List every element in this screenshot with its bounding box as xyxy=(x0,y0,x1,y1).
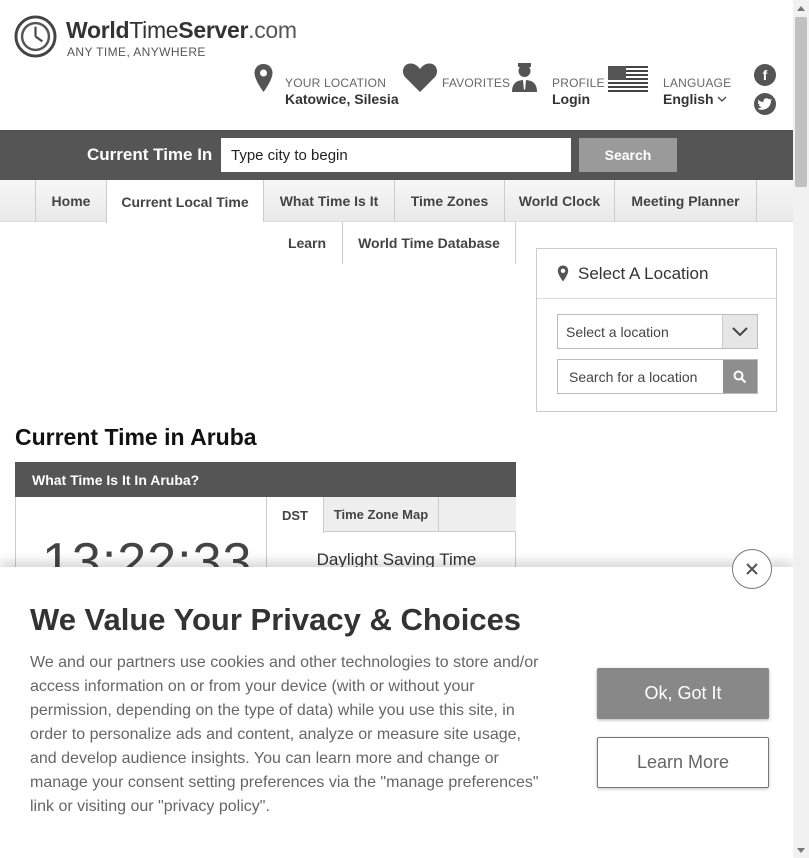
location-label: YOUR LOCATION xyxy=(285,76,387,90)
language-value: English xyxy=(663,91,714,107)
user-icon xyxy=(512,63,537,92)
map-pin-icon xyxy=(254,64,273,92)
logo-tagline: ANY TIME, ANYWHERE xyxy=(67,45,206,59)
main-nav: Home Current Local Time What Time Is It … xyxy=(0,180,793,223)
nav-world-clock[interactable]: World Clock xyxy=(504,180,614,222)
facebook-icon[interactable]: f xyxy=(754,64,776,86)
time-box: 13:22:33 DST Time Zone Map Daylight Savi… xyxy=(15,497,516,591)
nav-current-local-time[interactable]: Current Local Time xyxy=(106,180,263,223)
select-location-heading: Select A Location xyxy=(578,263,709,283)
heart-icon xyxy=(402,63,438,92)
favorites-label: FAVORITES xyxy=(442,76,511,90)
city-search-input[interactable] xyxy=(221,138,571,172)
site-header: WorldTimeServer.com ANY TIME, ANYWHERE Y… xyxy=(0,0,793,130)
page-title: Current Time in Aruba xyxy=(15,424,257,450)
location-search-input[interactable]: Search for a location xyxy=(557,359,758,394)
chevron-down-icon[interactable] xyxy=(722,315,757,348)
select-location-title: Select A Location xyxy=(537,249,776,299)
search-icon[interactable] xyxy=(723,360,757,393)
tab-dst[interactable]: DST xyxy=(267,497,324,533)
profile-label: PROFILE xyxy=(552,76,605,90)
tab-time-zone-map[interactable]: Time Zone Map xyxy=(324,497,439,532)
site-logo[interactable]: WorldTimeServer.com ANY TIME, ANYWHERE xyxy=(14,15,297,59)
login-link[interactable]: Login xyxy=(552,91,605,107)
location-value: Katowice, Silesia xyxy=(285,91,399,107)
learn-more-button[interactable]: Learn More xyxy=(597,737,769,788)
twitter-icon[interactable] xyxy=(754,93,776,115)
scroll-up-arrow-icon[interactable] xyxy=(793,0,809,16)
chevron-down-icon xyxy=(717,96,727,102)
nav-what-time-is-it[interactable]: What Time Is It xyxy=(263,180,394,222)
nav-home[interactable]: Home xyxy=(35,180,106,222)
select-location-box: Select A Location Select a location Sear… xyxy=(536,248,777,412)
nav-divider xyxy=(756,180,757,222)
nav-learn[interactable]: Learn xyxy=(272,222,342,264)
favorites[interactable]: FAVORITES xyxy=(402,62,510,93)
time-box-header: What Time Is It In Aruba? xyxy=(15,462,516,497)
location-select[interactable]: Select a location xyxy=(557,314,758,349)
us-flag-icon xyxy=(608,66,648,92)
nav-world-time-database[interactable]: World Time Database xyxy=(342,222,516,264)
nav-time-zones[interactable]: Time Zones xyxy=(394,180,504,222)
scroll-down-arrow-icon[interactable] xyxy=(793,842,809,858)
scrollbar-thumb[interactable] xyxy=(795,17,807,187)
search-label: Current Time In xyxy=(87,145,213,164)
close-icon[interactable] xyxy=(732,549,772,589)
map-pin-icon xyxy=(557,265,569,282)
language[interactable]: LANGUAGE English xyxy=(608,62,731,107)
clock-logo-icon xyxy=(14,15,57,58)
ok-got-it-button[interactable]: Ok, Got It xyxy=(597,668,769,719)
page-scrollbar[interactable] xyxy=(793,0,809,858)
search-bar: Current Time In Search xyxy=(0,130,793,180)
location-search-placeholder: Search for a location xyxy=(569,368,698,385)
location-select-value: Select a location xyxy=(566,323,669,340)
info-tabs: DST Time Zone Map xyxy=(267,497,516,533)
nav-meeting-planner[interactable]: Meeting Planner xyxy=(614,180,756,222)
profile[interactable]: PROFILE Login xyxy=(511,62,605,107)
privacy-dialog: We Value Your Privacy & Choices We and o… xyxy=(0,567,793,858)
privacy-title: We Value Your Privacy & Choices xyxy=(30,602,522,637)
language-label: LANGUAGE xyxy=(663,76,732,90)
your-location[interactable]: YOUR LOCATION Katowice, Silesia xyxy=(253,62,399,107)
search-button[interactable]: Search xyxy=(579,138,677,172)
privacy-text: We and our partners use cookies and othe… xyxy=(30,654,539,815)
logo-wordmark: WorldTimeServer.com xyxy=(66,17,297,43)
